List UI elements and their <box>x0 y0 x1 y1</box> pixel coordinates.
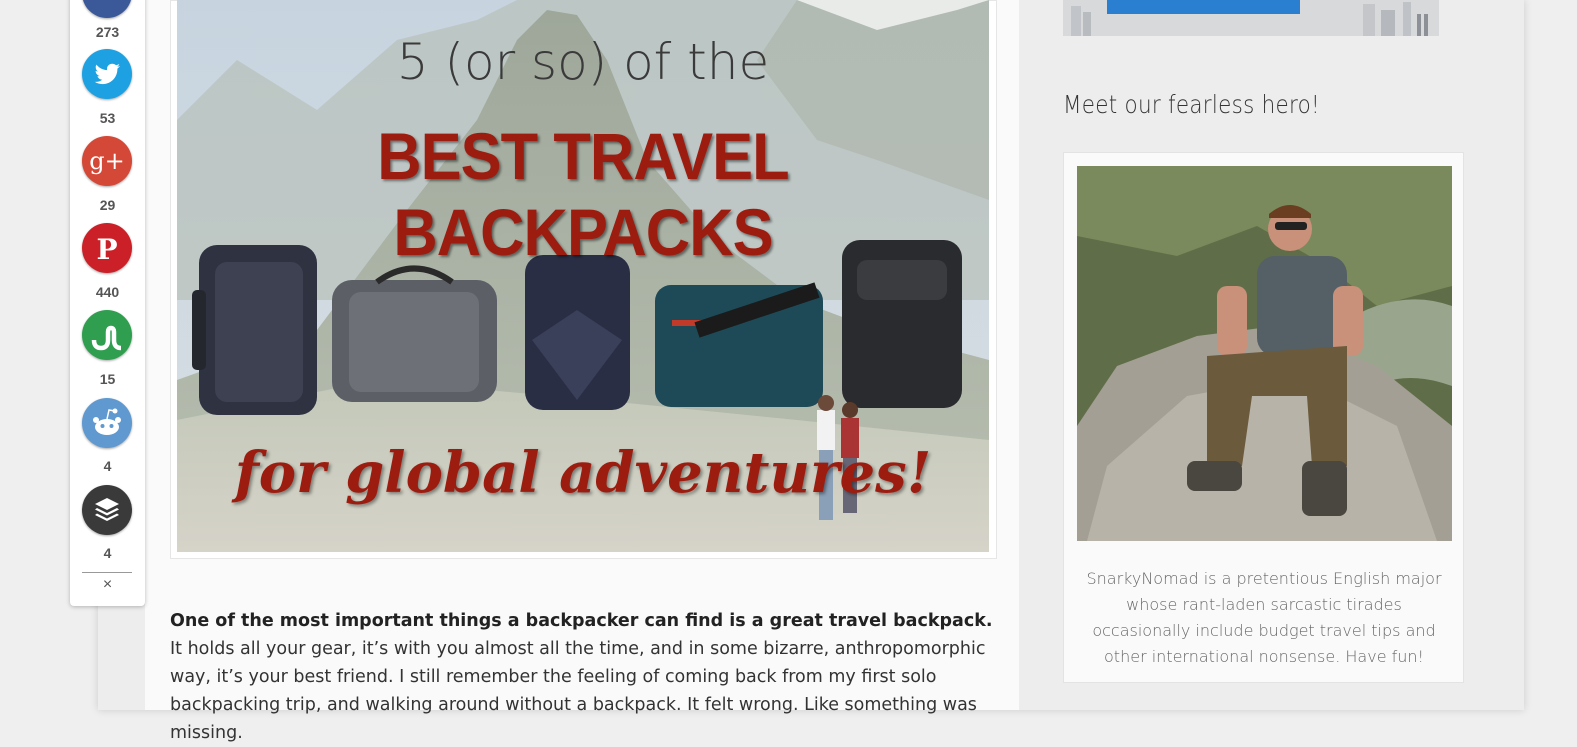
article-lead-bold: One of the most important things a backp… <box>170 610 993 631</box>
article-lead-text: It holds all your gear, it’s with you al… <box>170 638 986 743</box>
reddit-alien-icon <box>93 408 121 435</box>
author-photo <box>1077 166 1452 541</box>
buffer-share-count: 4 <box>103 545 112 561</box>
author-bio: SnarkyNomad is a pretentious English maj… <box>1086 569 1442 666</box>
backpack-1 <box>192 245 317 415</box>
sidebar-ad-banner[interactable] <box>1063 0 1439 36</box>
google-plus-icon: g+ <box>89 147 124 175</box>
twitter-share-count: 53 <box>99 110 116 126</box>
hero-tagline: for global adventures! <box>234 440 932 506</box>
google-plus-share-button[interactable]: g+ <box>82 136 132 186</box>
pinterest-icon: P <box>96 233 117 266</box>
twitter-bird-icon <box>94 63 120 85</box>
pinterest-share-count: 440 <box>95 284 120 300</box>
article-intro-paragraph: One of the most important things a backp… <box>170 607 995 747</box>
facebook-share-button[interactable] <box>82 0 132 18</box>
stumbleupon-icon <box>91 325 122 351</box>
backpack-2 <box>332 265 497 402</box>
stumbleupon-share-count: 15 <box>99 371 116 387</box>
author-photo-graphic <box>1077 166 1452 541</box>
share-bar-divider <box>82 572 132 573</box>
featured-image: 5 (or so) of the BEST TRAVEL BACKPACKS f… <box>177 0 989 552</box>
google-plus-glyph: g+ <box>89 147 124 175</box>
stumbleupon-share-button[interactable] <box>82 310 132 360</box>
twitter-share-button[interactable] <box>82 49 132 99</box>
buffer-share-button[interactable] <box>82 485 132 535</box>
google-plus-share-count: 29 <box>99 197 116 213</box>
social-share-bar: 273 53 g+ 29 P 440 15 4 4 × <box>70 0 145 606</box>
pinterest-glyph: P <box>96 233 117 266</box>
backpack-3 <box>525 255 630 410</box>
hero-subtitle: 5 (or so) of the <box>396 33 770 91</box>
facebook-share-count: 273 <box>95 24 120 40</box>
ad-call-to-action-button[interactable] <box>1107 0 1300 14</box>
pinterest-share-button[interactable]: P <box>82 223 132 273</box>
sidebar-widget-title: Meet our fearless hero! <box>1063 90 1320 119</box>
reddit-share-button[interactable] <box>82 398 132 448</box>
backpack-4 <box>655 282 823 407</box>
buffer-layers-icon <box>95 498 119 521</box>
hero-title: BEST TRAVEL BACKPACKS <box>377 119 789 269</box>
reddit-share-count: 4 <box>103 458 112 474</box>
share-bar-close-button[interactable]: × <box>70 576 145 594</box>
